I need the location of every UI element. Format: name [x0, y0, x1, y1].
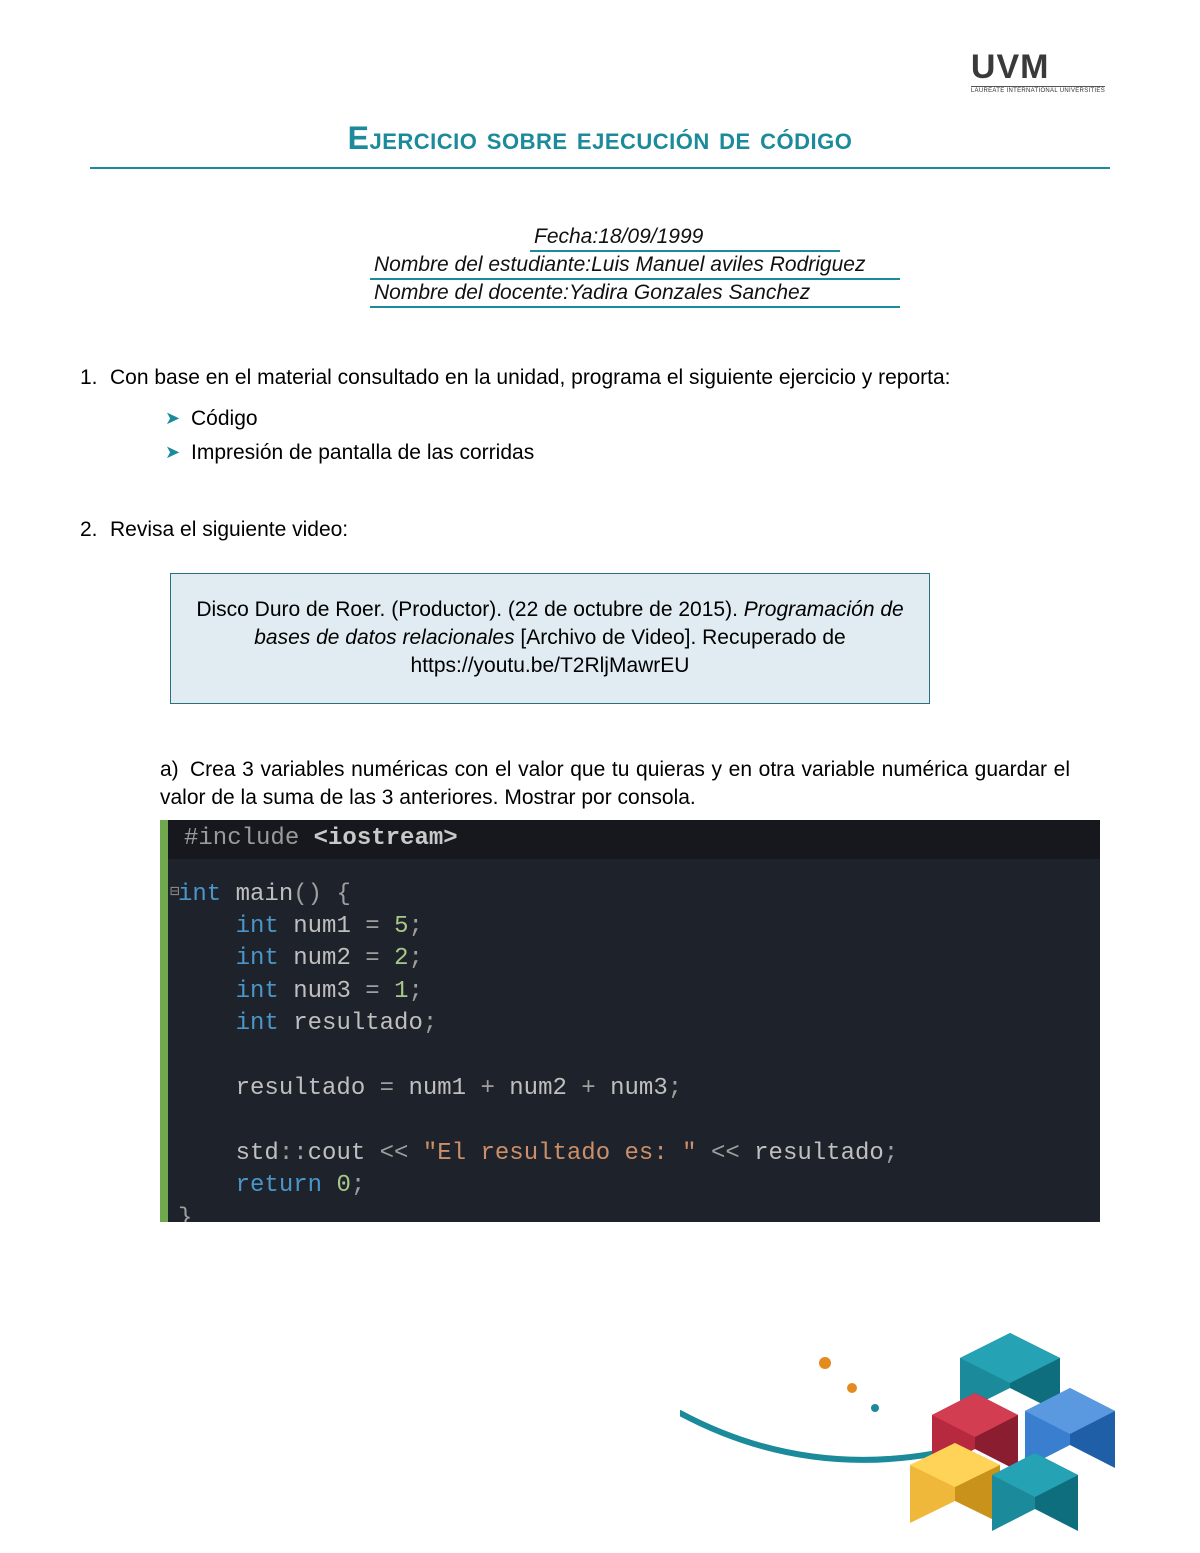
- fold-icon: ⊟: [170, 882, 180, 904]
- meta-estudiante: Nombre del estudiante:Luis Manuel aviles…: [370, 252, 900, 280]
- bullet-text: Impresión de pantalla de las corridas: [191, 441, 534, 464]
- title-rule: [90, 167, 1110, 169]
- meta-docente: Nombre del docente:Yadira Gonzales Sanch…: [370, 280, 900, 308]
- q1-bullets: ➤Código ➤Impresión de pantalla de las co…: [165, 404, 1110, 467]
- q2-text: Revisa el siguiente video:: [110, 518, 348, 541]
- q1-text: Con base en el material consultado en la…: [110, 366, 951, 389]
- q1-number: 1.: [80, 363, 110, 392]
- include-line: #include <iostream>: [168, 820, 1100, 858]
- logo-text: UVM: [971, 48, 1050, 86]
- sub-question-a: a)Crea 3 variables numéricas con el valo…: [160, 756, 1110, 813]
- include-directive: #include: [184, 825, 299, 852]
- title-block: Ejercicio sobre ejecución de código: [90, 120, 1110, 169]
- q2-number: 2.: [80, 515, 110, 544]
- code-screenshot: #include <iostream> ⊟ int main() { int n…: [160, 820, 1100, 1222]
- include-lib: <iostream>: [314, 825, 458, 852]
- meta-fecha: Fecha:18/09/1999: [530, 224, 840, 252]
- arrow-icon: ➤: [165, 406, 191, 431]
- gutter-bar: [160, 820, 168, 1222]
- question-2: 2.Revisa el siguiente video:: [80, 515, 1110, 544]
- code-body: int main() { int num1 = 5; int num2 = 2;…: [178, 879, 1100, 1223]
- meta-block: Fecha:18/09/1999 Nombre del estudiante:L…: [370, 224, 900, 308]
- logo: UVM LAUREATE INTERNATIONAL UNIVERSITIES: [971, 50, 1105, 94]
- list-item: ➤Código: [165, 404, 1110, 433]
- page-title: Ejercicio sobre ejecución de código: [90, 120, 1110, 167]
- sub-a-label: a): [160, 756, 190, 784]
- logo-subtitle: LAUREATE INTERNATIONAL UNIVERSITIES: [971, 86, 1105, 94]
- list-item: ➤Impresión de pantalla de las corridas: [165, 438, 1110, 467]
- cubes-graphic: [680, 1293, 1130, 1533]
- sub-a-text: Crea 3 variables numéricas con el valor …: [160, 758, 1070, 809]
- citation-author: Disco Duro de Roer. (Productor). (22 de …: [196, 598, 743, 621]
- bullet-text: Código: [191, 407, 258, 430]
- citation-box: Disco Duro de Roer. (Productor). (22 de …: [170, 573, 930, 704]
- question-1: 1.Con base en el material consultado en …: [80, 363, 1110, 392]
- arrow-icon: ➤: [165, 440, 191, 465]
